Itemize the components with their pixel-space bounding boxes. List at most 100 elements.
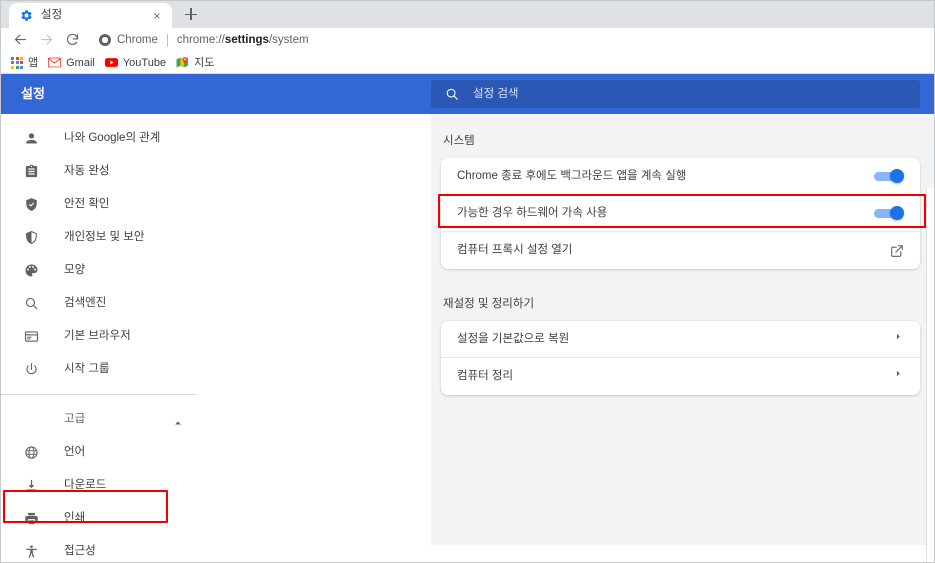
row-label: 설정을 기본값으로 복원 xyxy=(457,332,570,345)
search-input[interactable]: 설정 검색 xyxy=(431,80,920,108)
sidebar-group-advanced[interactable]: 고급 xyxy=(1,403,197,436)
sidebar-item-printing[interactable]: 인쇄 xyxy=(1,502,431,535)
sidebar-item-accessibility[interactable]: 접근성 xyxy=(1,535,431,562)
sidebar-item-label: 언어 xyxy=(64,446,86,458)
omnibox-divider xyxy=(166,33,168,47)
sidebar-item-downloads[interactable]: 다운로드 xyxy=(1,469,431,502)
sidebar-item-label: 모양 xyxy=(64,264,86,276)
settings-body: 나와 Google의 관계 자동 완성 안전 확인 개인정보 및 보안 모양 검… xyxy=(1,114,934,562)
person-icon xyxy=(22,130,40,148)
toggle-hardware-acceleration[interactable] xyxy=(874,206,904,220)
accessibility-icon xyxy=(22,543,40,561)
row-clean-computer[interactable]: 컴퓨터 정리 xyxy=(441,358,920,395)
sidebar-item-label: 기본 브라우저 xyxy=(64,330,131,342)
bookmark-label: 지도 xyxy=(194,56,215,69)
sidebar-item-label: 개인정보 및 보안 xyxy=(64,231,145,243)
settings-sidebar: 나와 Google의 관계 자동 완성 안전 확인 개인정보 및 보안 모양 검… xyxy=(1,114,431,558)
bookmark-youtube[interactable]: YouTube xyxy=(103,54,172,72)
arrow-left-icon xyxy=(14,34,26,45)
palette-icon xyxy=(22,262,40,280)
sidebar-item-label: 나와 Google의 관계 xyxy=(64,132,161,144)
browser-window-icon xyxy=(22,328,40,346)
section-title-reset-cleanup: 재설정 및 정리하기 xyxy=(443,298,535,310)
new-tab-button[interactable] xyxy=(178,1,204,27)
section-title-system: 시스템 xyxy=(443,135,475,147)
arrow-right-icon xyxy=(40,34,52,45)
shield-check-icon xyxy=(22,196,40,214)
row-label: 컴퓨터 프록시 설정 열기 xyxy=(457,244,573,256)
sidebar-item-default-browser[interactable]: 기본 브라우저 xyxy=(1,320,431,353)
search-icon xyxy=(22,295,40,313)
forward-button[interactable] xyxy=(35,29,57,51)
browser-window: 설정 × Chrome chrome://settings/system 앱 G… xyxy=(0,0,935,563)
row-restore-defaults[interactable]: 설정을 기본값으로 복원 xyxy=(441,321,920,358)
printer-icon xyxy=(22,510,40,528)
sidebar-item-label: 검색엔진 xyxy=(64,297,107,309)
chrome-badge: Chrome xyxy=(99,34,158,46)
back-button[interactable] xyxy=(9,29,31,51)
url-suffix: /system xyxy=(268,33,309,46)
bookmark-label: YouTube xyxy=(122,56,167,69)
reload-button[interactable] xyxy=(61,29,83,51)
sidebar-item-safety-check[interactable]: 안전 확인 xyxy=(1,188,431,221)
close-icon[interactable]: × xyxy=(150,9,164,23)
row-open-proxy-settings[interactable]: 컴퓨터 프록시 설정 열기 xyxy=(441,232,920,269)
bookmarks-bar: 앱 Gmail YouTube 지도 xyxy=(1,52,934,74)
address-bar-url: chrome://settings/system xyxy=(177,34,309,47)
url-bold-part: settings xyxy=(224,33,269,46)
search-icon xyxy=(446,88,458,100)
page-title: 설정 xyxy=(21,86,45,101)
row-label: 가능한 경우 하드웨어 가속 사용 xyxy=(457,206,608,219)
row-label: Chrome 종료 후에도 백그라운드 앱을 계속 실행 xyxy=(457,169,687,182)
open-in-new-icon[interactable] xyxy=(890,244,904,258)
tab-settings[interactable]: 설정 × xyxy=(9,3,172,28)
sidebar-item-autofill[interactable]: 자동 완성 xyxy=(1,155,431,188)
clipboard-icon xyxy=(22,163,40,181)
browser-toolbar: Chrome chrome://settings/system xyxy=(1,28,934,52)
card-reset-cleanup: 설정을 기본값으로 복원 컴퓨터 정리 xyxy=(441,321,920,395)
toggle-knob xyxy=(890,206,904,220)
reload-icon xyxy=(66,33,78,45)
bookmark-label: Gmail xyxy=(66,56,95,69)
sidebar-item-appearance[interactable]: 모양 xyxy=(1,254,431,287)
sidebar-item-google-account[interactable]: 나와 Google의 관계 xyxy=(1,122,431,155)
power-icon xyxy=(22,361,40,379)
bookmark-apps[interactable]: 앱 xyxy=(9,54,44,72)
chrome-logo-icon xyxy=(99,34,111,46)
sidebar-item-label: 자동 완성 xyxy=(64,165,110,177)
download-icon xyxy=(22,477,40,495)
sidebar-item-label: 다운로드 xyxy=(64,479,107,491)
gear-icon xyxy=(21,10,32,21)
bookmark-maps[interactable]: 지도 xyxy=(174,54,220,72)
toggle-knob xyxy=(890,169,904,183)
bookmark-label: 앱 xyxy=(28,56,39,69)
sidebar-group-label: 고급 xyxy=(64,413,86,425)
address-bar[interactable]: Chrome chrome://settings/system xyxy=(93,30,926,50)
sidebar-divider xyxy=(1,394,197,395)
chevron-right-icon[interactable] xyxy=(892,321,904,358)
tab-strip: 설정 × xyxy=(1,1,934,28)
card-system: Chrome 종료 후에도 백그라운드 앱을 계속 실행 가능한 경우 하드웨어… xyxy=(441,158,920,269)
chrome-badge-label: Chrome xyxy=(117,34,158,46)
tab-title: 설정 xyxy=(41,9,63,21)
row-background-apps[interactable]: Chrome 종료 후에도 백그라운드 앱을 계속 실행 xyxy=(441,158,920,195)
sidebar-item-privacy-security[interactable]: 개인정보 및 보안 xyxy=(1,221,431,254)
apps-grid-icon xyxy=(11,56,23,69)
row-label: 컴퓨터 정리 xyxy=(457,370,514,382)
youtube-icon xyxy=(104,58,118,67)
url-prefix: chrome:// xyxy=(176,33,225,46)
row-hardware-acceleration[interactable]: 가능한 경우 하드웨어 가속 사용 xyxy=(441,195,920,232)
chevron-right-icon[interactable] xyxy=(892,358,904,395)
sidebar-item-label: 안전 확인 xyxy=(64,198,110,210)
shield-icon xyxy=(22,229,40,247)
search-placeholder: 설정 검색 xyxy=(473,88,519,100)
sidebar-item-label: 접근성 xyxy=(64,545,96,557)
bookmark-gmail[interactable]: Gmail xyxy=(46,54,101,72)
sidebar-item-search-engine[interactable]: 검색엔진 xyxy=(1,287,431,320)
toggle-background-apps[interactable] xyxy=(874,169,904,183)
chevron-up-icon xyxy=(173,415,183,425)
sidebar-item-startup-group[interactable]: 시작 그룹 xyxy=(1,353,431,386)
window-right-edge xyxy=(926,188,934,562)
sidebar-item-languages[interactable]: 언어 xyxy=(1,436,431,469)
sidebar-item-label: 시작 그룹 xyxy=(64,363,110,375)
